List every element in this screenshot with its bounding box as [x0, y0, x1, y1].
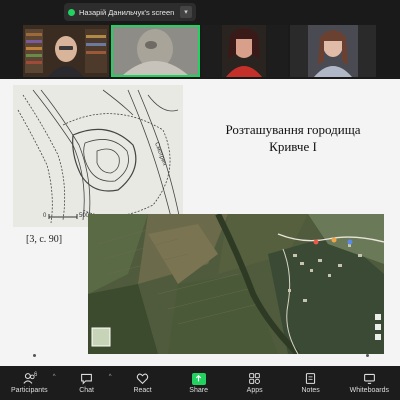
notes-icon — [306, 373, 316, 384]
slide-title-line-1: Розташування городища — [225, 122, 361, 137]
screen-share-banner[interactable]: Назарій Данильчук's screen ▾ — [64, 3, 196, 21]
source-citation: [3, с. 90] — [26, 234, 63, 245]
participant-video-feed — [113, 27, 198, 75]
share-screen-icon — [191, 372, 206, 385]
participants-button[interactable]: 6 ^ Participants — [11, 372, 56, 394]
apps-label: Apps — [246, 387, 263, 394]
whiteboard-icon — [363, 373, 375, 384]
contour-map-drawing: Cмотрич — [13, 85, 183, 227]
share-label: Share — [189, 386, 208, 394]
participant-video-tile[interactable] — [202, 25, 288, 77]
notes-label: Notes — [301, 387, 320, 394]
topographic-sketch-map: Cмотрич 0 500 м — [13, 85, 183, 227]
participant-video-tile-active[interactable] — [111, 25, 200, 77]
participant-video-feed — [290, 25, 376, 77]
slide-title: Розташування городища Кривче І — [196, 121, 390, 155]
heart-icon — [136, 373, 149, 385]
whiteboards-button[interactable]: Whiteboards — [350, 372, 389, 394]
react-button[interactable]: React — [126, 372, 160, 394]
share-button[interactable]: Share — [182, 372, 216, 394]
participant-video-strip — [0, 25, 400, 77]
notes-button[interactable]: Notes — [294, 372, 328, 394]
whiteboards-label: Whiteboards — [349, 387, 389, 394]
chevron-up-icon[interactable]: ^ — [109, 374, 112, 380]
chat-icon — [81, 373, 92, 385]
apps-button[interactable]: Apps — [238, 372, 272, 394]
participant-video-tile[interactable] — [290, 25, 376, 77]
chevron-down-icon[interactable]: ▾ — [180, 6, 192, 18]
chevron-up-icon[interactable]: ^ — [53, 374, 56, 380]
satellite-imagery — [88, 214, 384, 354]
slide-nav-dot-left — [33, 354, 36, 357]
participants-label: Participants — [11, 387, 48, 394]
participants-count: 6 — [34, 372, 38, 378]
participant-video-feed — [23, 25, 109, 77]
participant-video-tile[interactable] — [23, 25, 109, 77]
participant-video-feed — [202, 25, 288, 77]
slide-nav-dot-right — [366, 354, 369, 357]
scale-zero-label: 0 — [43, 213, 47, 219]
shared-presentation-slide: Cмотрич 0 500 м Розташування городища Кр… — [0, 79, 400, 366]
chat-button[interactable]: ^ Chat — [70, 372, 112, 394]
meeting-toolbar: 6 ^ Participants ^ Chat React Share Apps — [0, 366, 400, 400]
chat-label: Chat — [79, 387, 94, 394]
sharing-status-icon — [68, 8, 75, 16]
apps-icon — [249, 373, 261, 384]
presenter-screen-label: Назарій Данильчук's screen — [79, 7, 175, 17]
slide-title-line-2: Кривче І — [269, 139, 317, 154]
satellite-map-image — [88, 214, 384, 354]
react-label: React — [133, 387, 152, 394]
